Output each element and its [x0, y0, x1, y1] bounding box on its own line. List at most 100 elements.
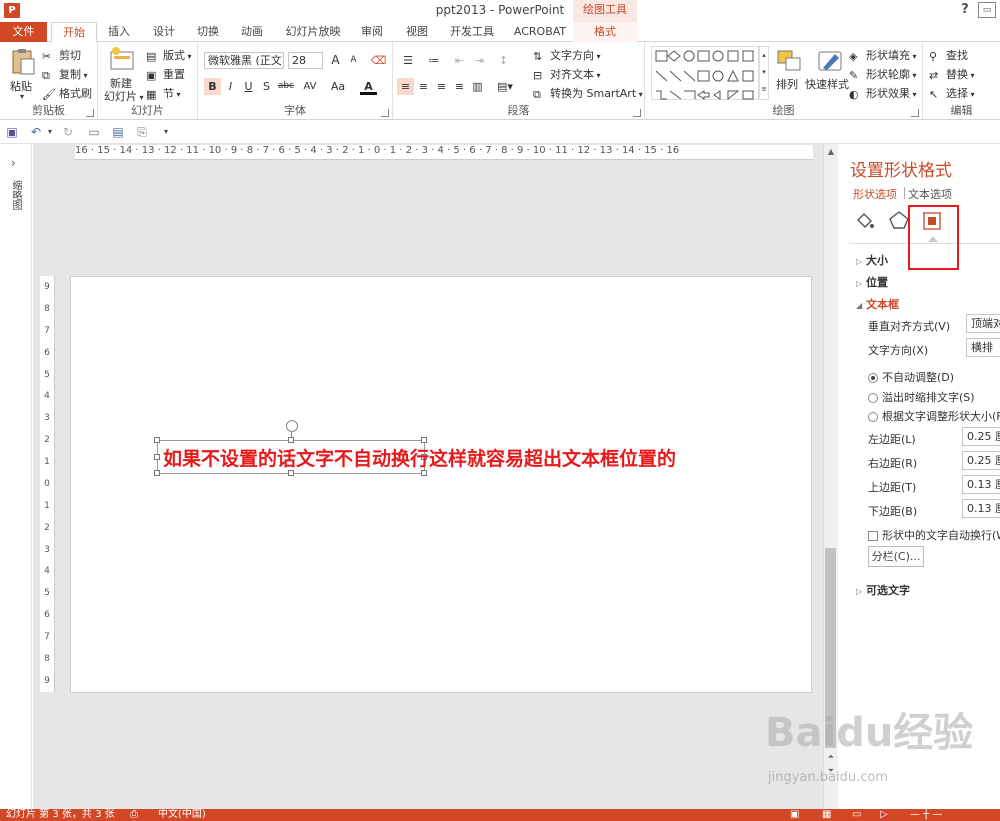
gallery-more-icon[interactable]: ▴ ▾ ≡ [759, 46, 769, 100]
help-button[interactable]: ? [957, 2, 973, 18]
paragraph-launcher-icon[interactable] [633, 109, 641, 117]
bullets-icon[interactable]: ☰ [397, 52, 419, 69]
reset-button[interactable]: ▣ 重置 [146, 66, 185, 82]
fill-line-icon[interactable] [854, 210, 876, 233]
zoom-slider[interactable]: — ┼ — [910, 809, 942, 821]
shrink-font-button[interactable]: A [345, 52, 362, 69]
strikethrough-button[interactable]: abc [276, 78, 296, 95]
tab-review[interactable]: 审阅 [356, 22, 388, 42]
shape-outline-button[interactable]: ✎ 形状轮廓 ▾ [849, 66, 917, 82]
resize-handle-ne[interactable] [421, 437, 427, 443]
bold-button[interactable]: B [204, 78, 221, 95]
effects-pentagon-icon[interactable] [888, 210, 910, 233]
font-launcher-icon[interactable] [381, 109, 389, 117]
tab-transitions[interactable]: 切换 [192, 22, 224, 42]
radio-no-autofit[interactable]: 不自动调整(D) [868, 369, 954, 385]
spelling-icon[interactable]: ⎙ [130, 809, 138, 821]
clear-formatting-icon[interactable]: ⌫ [370, 52, 387, 69]
redo-icon[interactable]: ↻ [60, 124, 76, 140]
left-margin-input[interactable]: 0.25 厘米 [962, 427, 1000, 446]
grow-font-button[interactable]: A [327, 52, 344, 69]
columns-icon[interactable]: ▤▾ [493, 78, 517, 95]
save-as-icon[interactable]: ▤ [110, 124, 126, 140]
decrease-indent-icon[interactable]: ⇤ [451, 52, 468, 69]
paste-dropdown-icon[interactable]: ▾ [20, 92, 24, 101]
start-slideshow-icon[interactable]: ▭ [86, 124, 102, 140]
slide-canvas[interactable] [70, 276, 812, 693]
tab-acrobat[interactable]: ACROBAT [510, 22, 570, 42]
scroll-up-icon[interactable]: ▲ [826, 147, 836, 156]
align-text-button[interactable]: ⊟ 对齐文本 ▾ [533, 66, 601, 82]
drawing-launcher-icon[interactable] [911, 109, 919, 117]
change-case-button[interactable]: Aa [326, 78, 350, 95]
undo-dropdown-icon[interactable]: ▾ [42, 124, 58, 140]
cut-button[interactable]: ✂ 剪切 [42, 47, 81, 63]
pane-tab-text-options[interactable]: 文本选项 [908, 186, 952, 202]
columns-button[interactable]: 分栏(C)... [868, 546, 924, 567]
underline-button[interactable]: U [240, 78, 257, 95]
tab-insert[interactable]: 插入 [103, 22, 135, 42]
justify-icon[interactable]: ≡ [451, 78, 468, 95]
font-color-button[interactable]: A [360, 78, 377, 95]
clipboard-launcher-icon[interactable] [86, 109, 94, 117]
pane-tab-shape-options[interactable]: 形状选项 [853, 186, 897, 202]
shape-fill-button[interactable]: ◈ 形状填充 ▾ [849, 47, 917, 63]
textdir-select[interactable]: 横排 [966, 338, 1000, 357]
quick-styles-icon[interactable] [815, 46, 845, 74]
distributed-icon[interactable]: ▥ [469, 78, 486, 95]
section-alt-text[interactable]: ▷ 可选文字 [856, 582, 910, 598]
replace-button[interactable]: ⇄ 替换 ▾ [929, 66, 975, 82]
font-size-combo[interactable]: 28 [288, 52, 323, 69]
tab-slideshow[interactable]: 幻灯片放映 [282, 22, 344, 42]
resize-handle-n[interactable] [288, 437, 294, 443]
save-icon[interactable]: ▣ [4, 124, 20, 140]
expand-thumbnails-icon[interactable]: › [11, 156, 16, 170]
section-size[interactable]: ▷ 大小 [856, 252, 888, 268]
valign-select[interactable]: 顶端对齐 [966, 314, 1000, 333]
italic-button[interactable]: I [222, 78, 239, 95]
reading-view-icon[interactable]: ▭ [852, 809, 861, 821]
quick-styles-button[interactable]: 快速样式 [805, 76, 849, 92]
section-position[interactable]: ▷ 位置 [856, 274, 888, 290]
rotation-handle[interactable] [286, 420, 298, 432]
resize-handle-w[interactable] [154, 454, 160, 460]
numbering-icon[interactable]: ≔ [423, 52, 445, 69]
layout-button[interactable]: ▤ 版式 ▾ [146, 47, 192, 63]
line-spacing-icon[interactable]: ↕ [495, 52, 512, 69]
arrange-icon[interactable] [775, 48, 805, 76]
tab-view[interactable]: 视图 [401, 22, 433, 42]
text-direction-button[interactable]: ⇅ 文字方向 ▾ [533, 47, 601, 63]
radio-shrink-on-overflow[interactable]: 溢出时缩排文字(S) [868, 389, 975, 405]
tab-file[interactable]: 文件 [0, 22, 47, 42]
smartart-button[interactable]: ⧉ 转换为 SmartArt ▾ [533, 85, 643, 101]
section-textbox[interactable]: ◢ 文本框 [856, 296, 899, 312]
normal-view-icon[interactable]: ▣ [790, 809, 799, 821]
right-margin-input[interactable]: 0.25 厘米 [962, 451, 1000, 470]
tab-format[interactable]: 格式 [573, 22, 637, 42]
ribbon-display-options-icon[interactable]: ▭ [978, 2, 996, 18]
slide-text[interactable]: 如果不设置的话文字不自动换行这样就容易超出文本框位置的 [163, 444, 676, 471]
select-button[interactable]: ↖ 选择 ▾ [929, 85, 975, 101]
font-name-combo[interactable]: 微软雅黑 (正文) [204, 52, 284, 69]
section-button[interactable]: ▦ 节 ▾ [146, 85, 181, 101]
shape-effects-button[interactable]: ◐ 形状效果 ▾ [849, 85, 917, 101]
arrange-button[interactable]: 排列 [776, 76, 798, 92]
language-status[interactable]: 中文(中国) [158, 809, 206, 821]
top-margin-input[interactable]: 0.13 厘米 [962, 475, 1000, 494]
wrap-text-checkbox[interactable]: 形状中的文字自动换行(W) [868, 527, 1000, 543]
shapes-gallery[interactable] [651, 46, 759, 101]
char-spacing-button[interactable]: AV [298, 78, 322, 95]
resize-handle-sw[interactable] [154, 470, 160, 476]
paste-icon[interactable] [8, 48, 38, 76]
new-slide-icon[interactable] [108, 46, 138, 74]
thumbnails-label[interactable]: 缩略图 [9, 180, 23, 210]
tab-home[interactable]: 开始 [51, 22, 97, 43]
find-button[interactable]: ⚲ 查找 [929, 47, 968, 63]
slide-sorter-icon[interactable]: ▦ [822, 809, 831, 821]
slideshow-view-icon[interactable]: ▷ [880, 809, 888, 821]
resize-handle-nw[interactable] [154, 437, 160, 443]
radio-resize-shape[interactable]: 根据文字调整形状大小(F) [868, 408, 1000, 424]
align-right-icon[interactable]: ≡ [433, 78, 450, 95]
tab-design[interactable]: 设计 [148, 22, 180, 42]
align-left-icon[interactable]: ≡ [397, 78, 414, 95]
